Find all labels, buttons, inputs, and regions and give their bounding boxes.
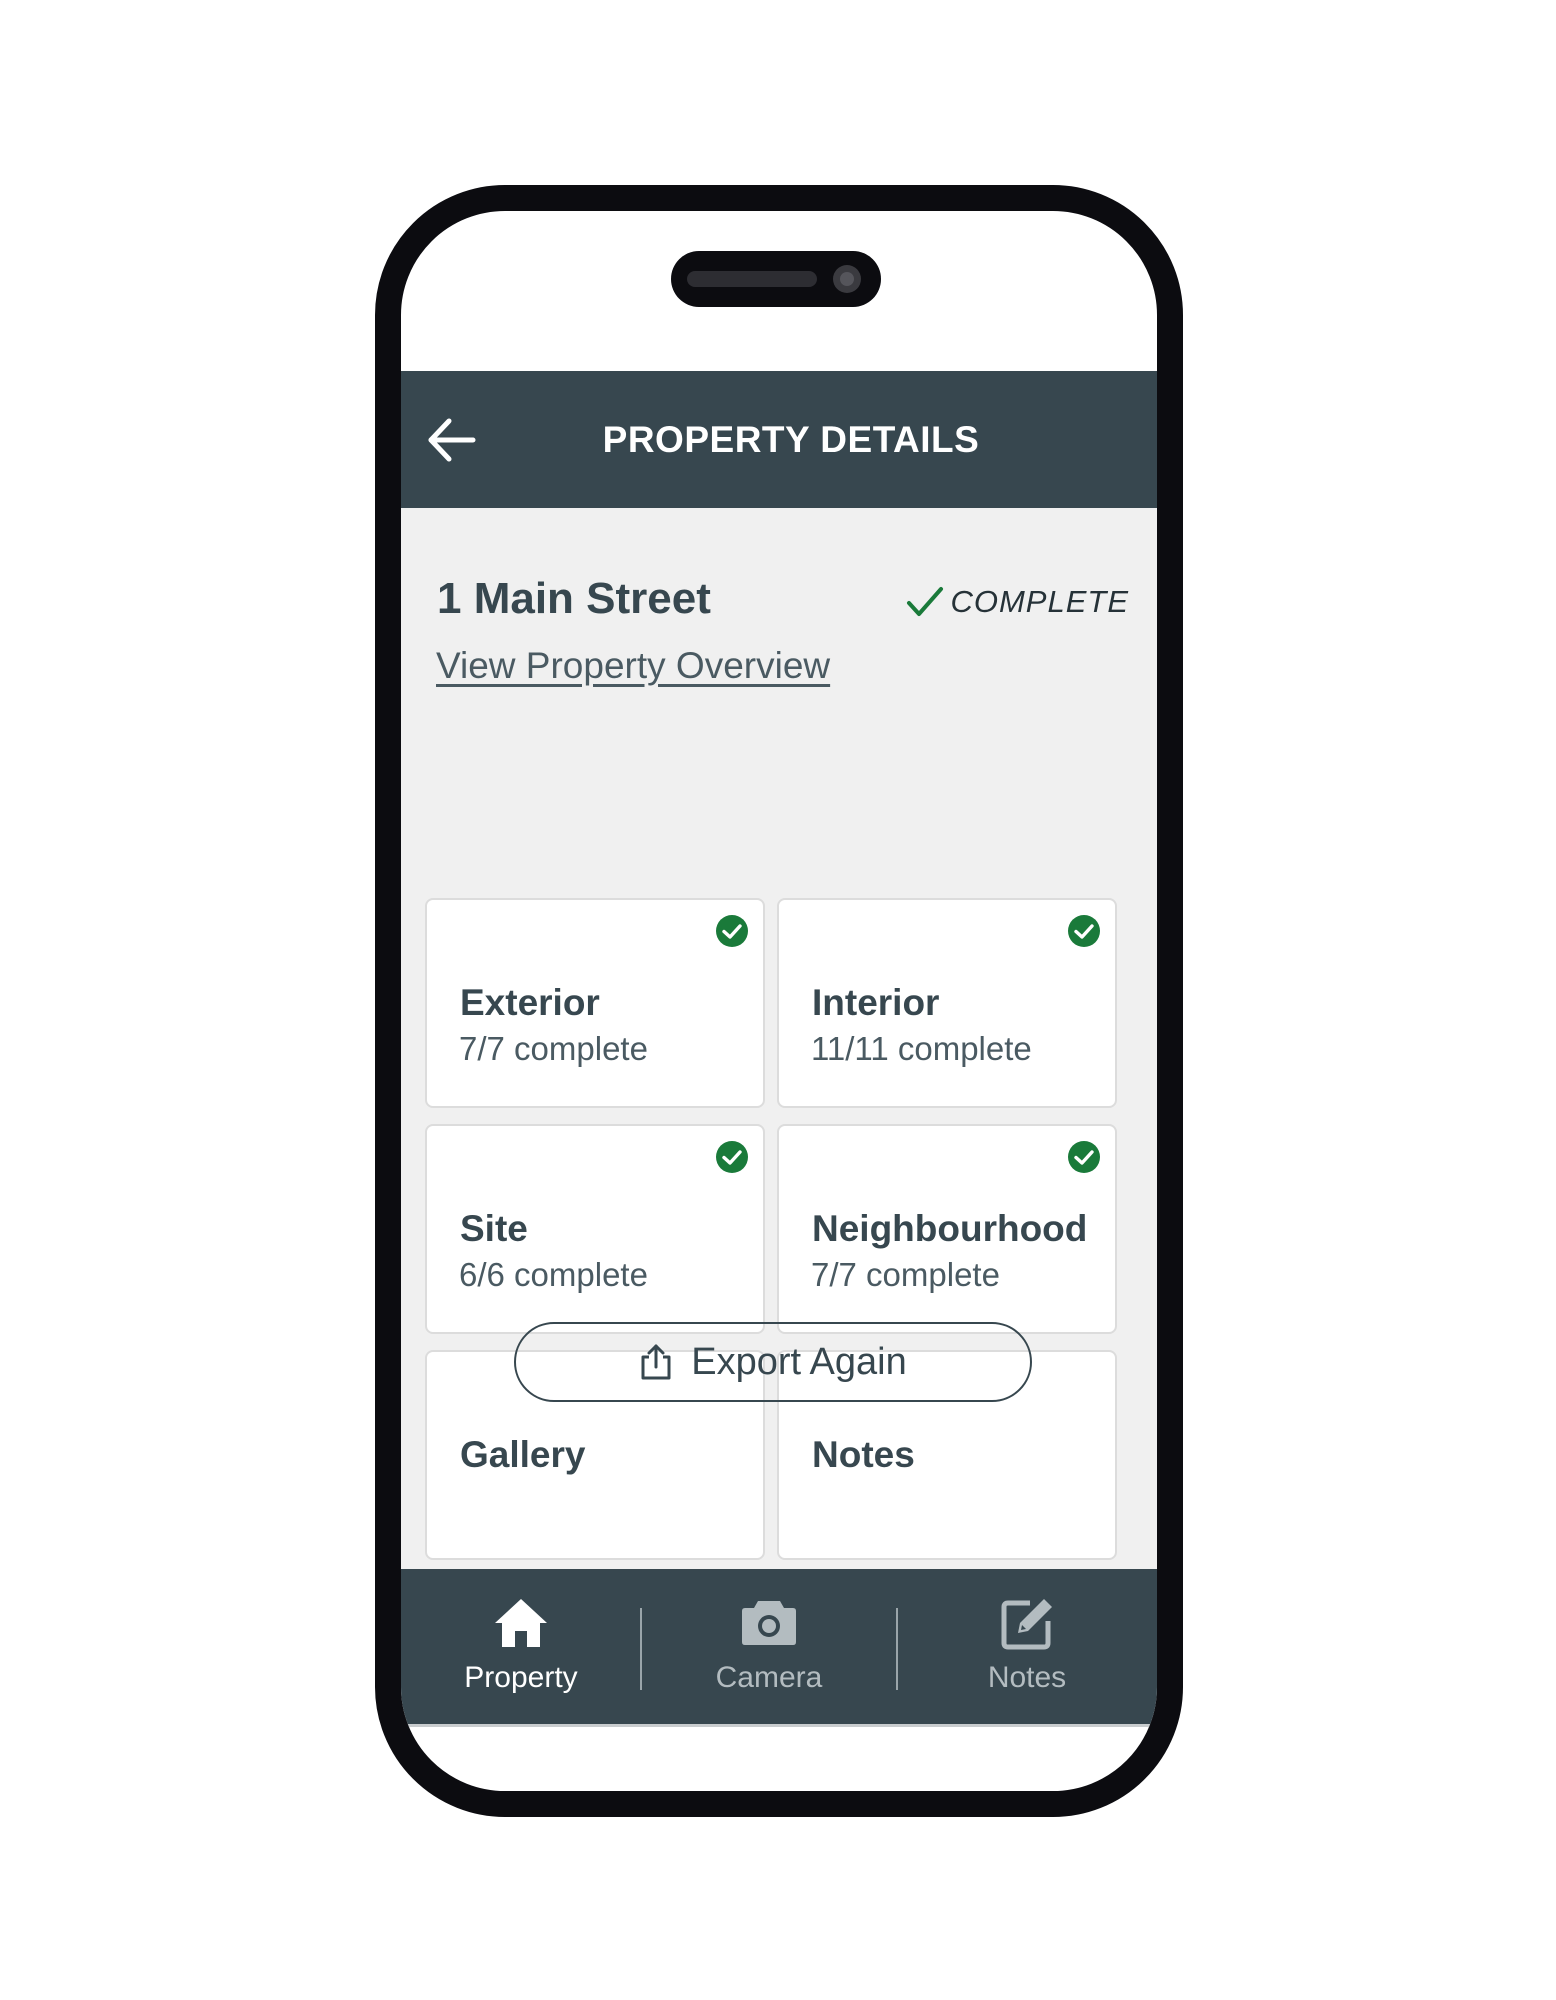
export-label: Export Again [691,1340,907,1383]
section-tile-interior[interactable]: Interior 11/11 complete [777,898,1117,1108]
nav-label: Notes [987,1661,1067,1694]
front-camera [833,265,861,293]
view-overview-link[interactable]: View Property Overview [436,645,830,687]
check-circle-icon [716,915,748,947]
tile-progress: 7/7 complete [459,1030,648,1067]
check-circle-icon [1068,915,1100,947]
arrow-left-icon [428,418,476,462]
tile-progress: 7/7 complete [811,1256,1000,1293]
speaker-grille [687,271,817,287]
main-content: 1 Main Street COMPLETE View Property Ove… [401,508,1157,1569]
tile-title: Site [460,1208,528,1249]
nav-item-camera[interactable]: Camera [641,1569,897,1724]
tile-title: Gallery [460,1434,586,1475]
tile-title: Exterior [460,982,600,1023]
nav-label: Camera [715,1661,823,1694]
edit-note-icon [1001,1599,1052,1650]
tile-progress: 6/6 complete [459,1256,648,1293]
phone-frame: PROPERTY DETAILS 1 Main Street COMPLETE … [375,185,1183,1817]
checkmark-icon [907,587,944,616]
tile-progress: 11/11 complete [811,1030,1032,1067]
nav-label: Property [464,1661,578,1694]
check-circle-icon [716,1141,748,1173]
section-tile-neighbourhood[interactable]: Neighbourhood 7/7 complete [777,1124,1117,1334]
camera-icon [742,1601,796,1645]
home-icon [495,1599,547,1647]
export-again-button[interactable]: Export Again [514,1322,1032,1402]
status-badge: COMPLETE [906,584,1129,620]
page-title: PROPERTY DETAILS [602,419,980,460]
property-address: 1 Main Street [437,574,711,623]
check-circle-icon [1068,1141,1100,1173]
tile-title: Notes [812,1434,915,1475]
share-upload-icon [641,1344,671,1380]
nav-item-property[interactable]: Property [401,1569,641,1724]
app-header: PROPERTY DETAILS [401,371,1157,508]
section-tile-exterior[interactable]: Exterior 7/7 complete [425,898,765,1108]
bottom-navigation: Property Camera Notes [401,1569,1157,1727]
tile-title: Neighbourhood [812,1208,1088,1249]
section-tile-site[interactable]: Site 6/6 complete [425,1124,765,1334]
tile-title: Interior [812,982,940,1023]
status-label: COMPLETE [950,584,1129,619]
nav-item-notes[interactable]: Notes [897,1569,1157,1724]
phone-notch [671,251,881,307]
back-button[interactable] [425,413,479,467]
